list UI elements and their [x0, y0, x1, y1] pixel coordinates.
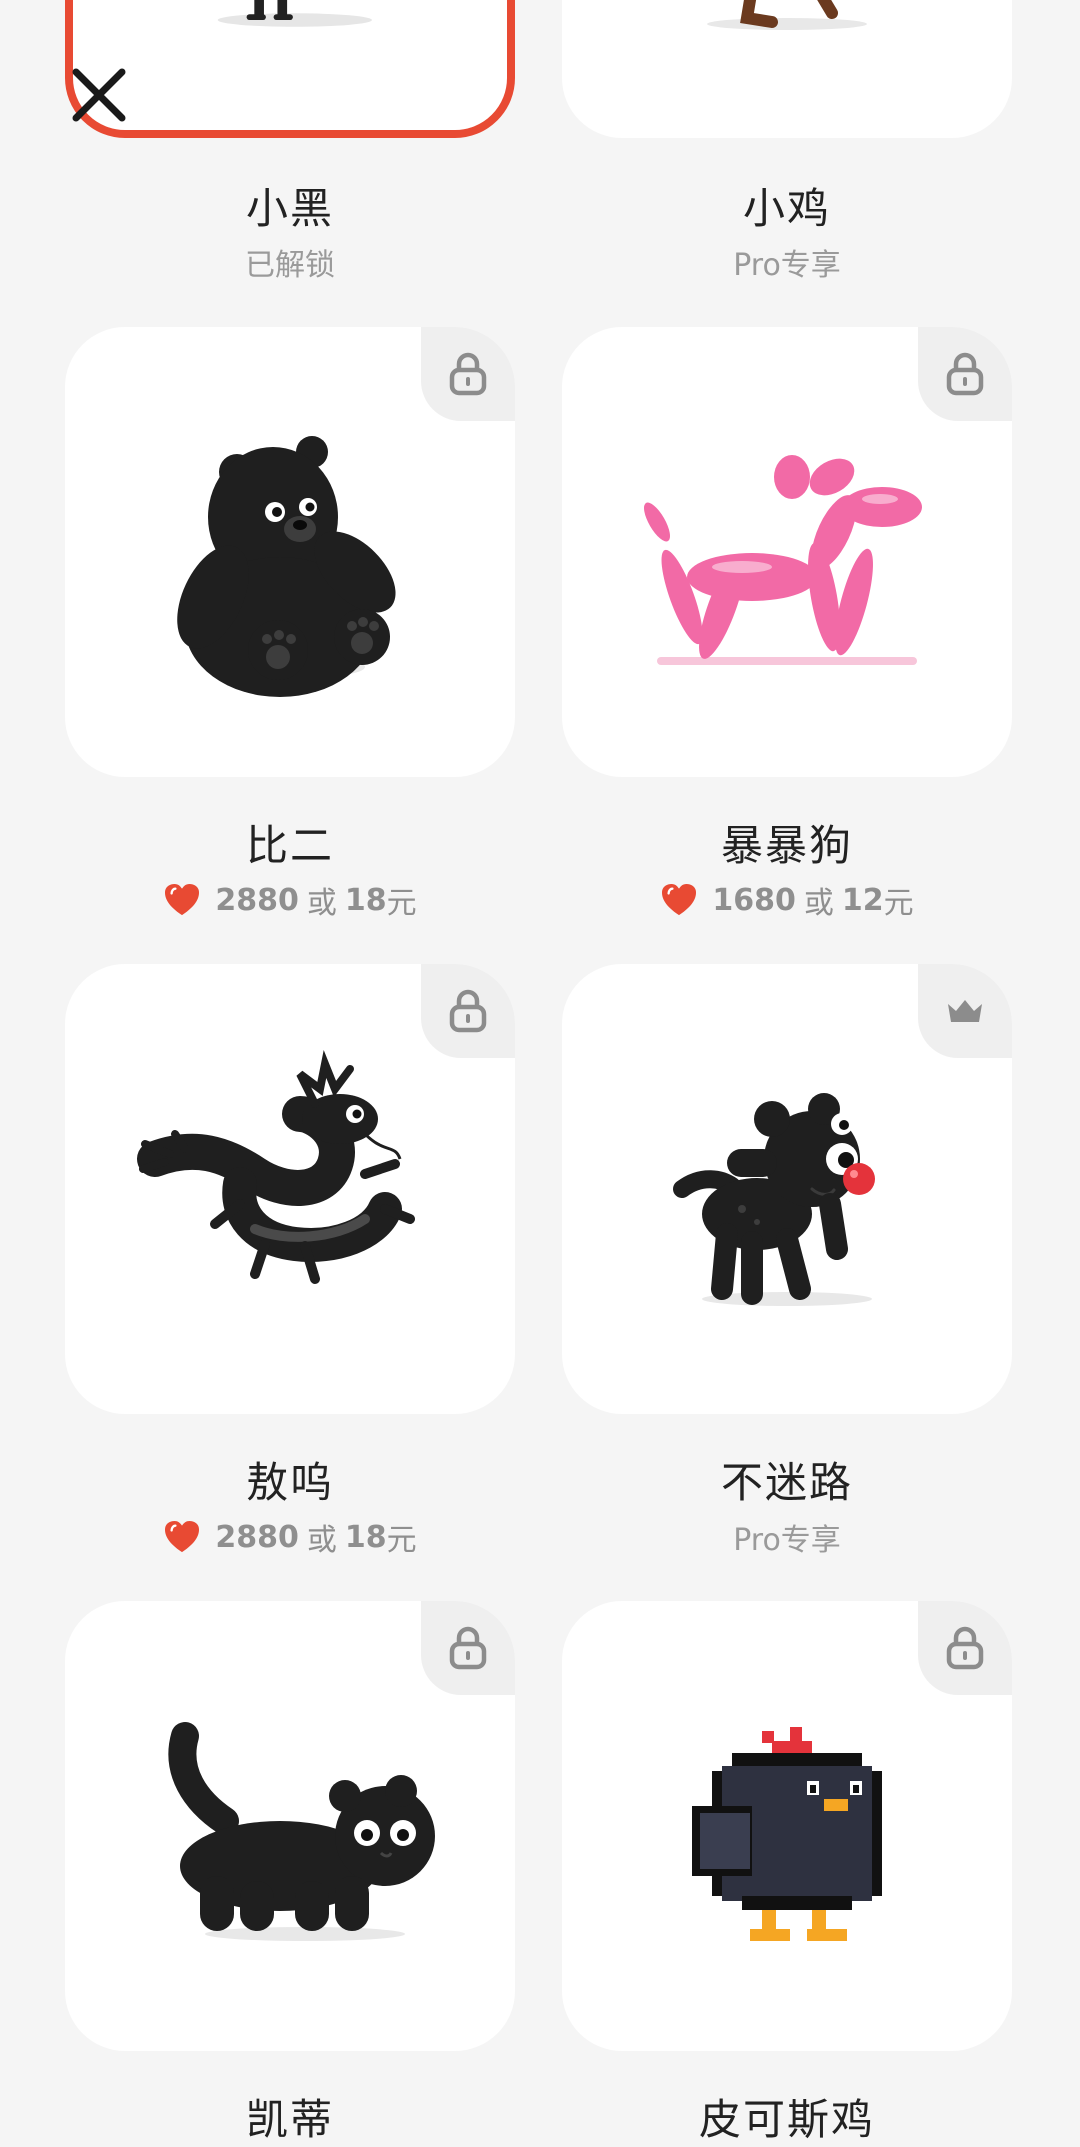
price-points: 2880 — [215, 1519, 299, 1555]
price-or: 或 — [306, 886, 337, 921]
pet-price: 1680 或 12 元 — [562, 878, 1012, 922]
price-money: 12 — [841, 882, 884, 918]
close-icon[interactable] — [70, 66, 128, 124]
pet-name: 皮可斯鸡 — [698, 2095, 875, 2144]
pet-name: 凯蒂 — [245, 2095, 334, 2144]
balloon-dog-illustration — [644, 455, 922, 665]
cat-illustration — [168, 1722, 435, 1941]
reindeer-illustration — [673, 1093, 875, 1306]
price-money: 18 — [344, 1519, 387, 1555]
pet-status: Pro专享 — [733, 248, 841, 283]
pet-status: 已解锁 — [245, 248, 335, 283]
dragon-illustration — [137, 1050, 415, 1284]
price-currency: 元 — [386, 886, 417, 921]
pet-card-bier[interactable] — [65, 327, 515, 777]
pet-price: 2880 或 18 元 — [65, 1515, 515, 1559]
pet-status: Pro专享 — [733, 1523, 841, 1558]
pet-name: 敖呜 — [245, 1458, 334, 1507]
bear-illustration — [177, 436, 396, 697]
price-currency: 元 — [883, 886, 914, 921]
pet-card-aowu[interactable] — [65, 964, 515, 1414]
price-money: 18 — [344, 882, 387, 918]
pet-name: 小鸡 — [742, 184, 831, 233]
price-or: 或 — [803, 886, 834, 921]
pet-price: 2880 或 18 元 — [65, 878, 515, 922]
price-points: 2880 — [215, 882, 299, 918]
price-currency: 元 — [386, 1523, 417, 1558]
heart-icon — [165, 883, 200, 916]
pet-card-xiaoji[interactable] — [562, 0, 1012, 138]
pet-name: 比二 — [245, 821, 334, 870]
pet-card-pikesiji[interactable] — [562, 1601, 1012, 2051]
xiaoji-illustration — [707, 0, 867, 30]
xiaohei-illustration — [217, 0, 372, 27]
pet-name: 不迷路 — [720, 1458, 853, 1507]
pet-card-xiaohei[interactable] — [65, 0, 515, 138]
heart-icon — [662, 883, 697, 916]
heart-icon — [165, 1520, 200, 1553]
pet-card-bumilu[interactable] — [562, 964, 1012, 1414]
pet-name: 小黑 — [245, 184, 334, 233]
price-or: 或 — [306, 1523, 337, 1558]
pet-name: 暴暴狗 — [720, 821, 853, 870]
pixel-chicken-illustration — [692, 1727, 882, 1941]
pet-card-baobaogou[interactable] — [562, 327, 1012, 777]
pet-card-kaidi[interactable] — [65, 1601, 515, 2051]
price-points: 1680 — [712, 882, 796, 918]
